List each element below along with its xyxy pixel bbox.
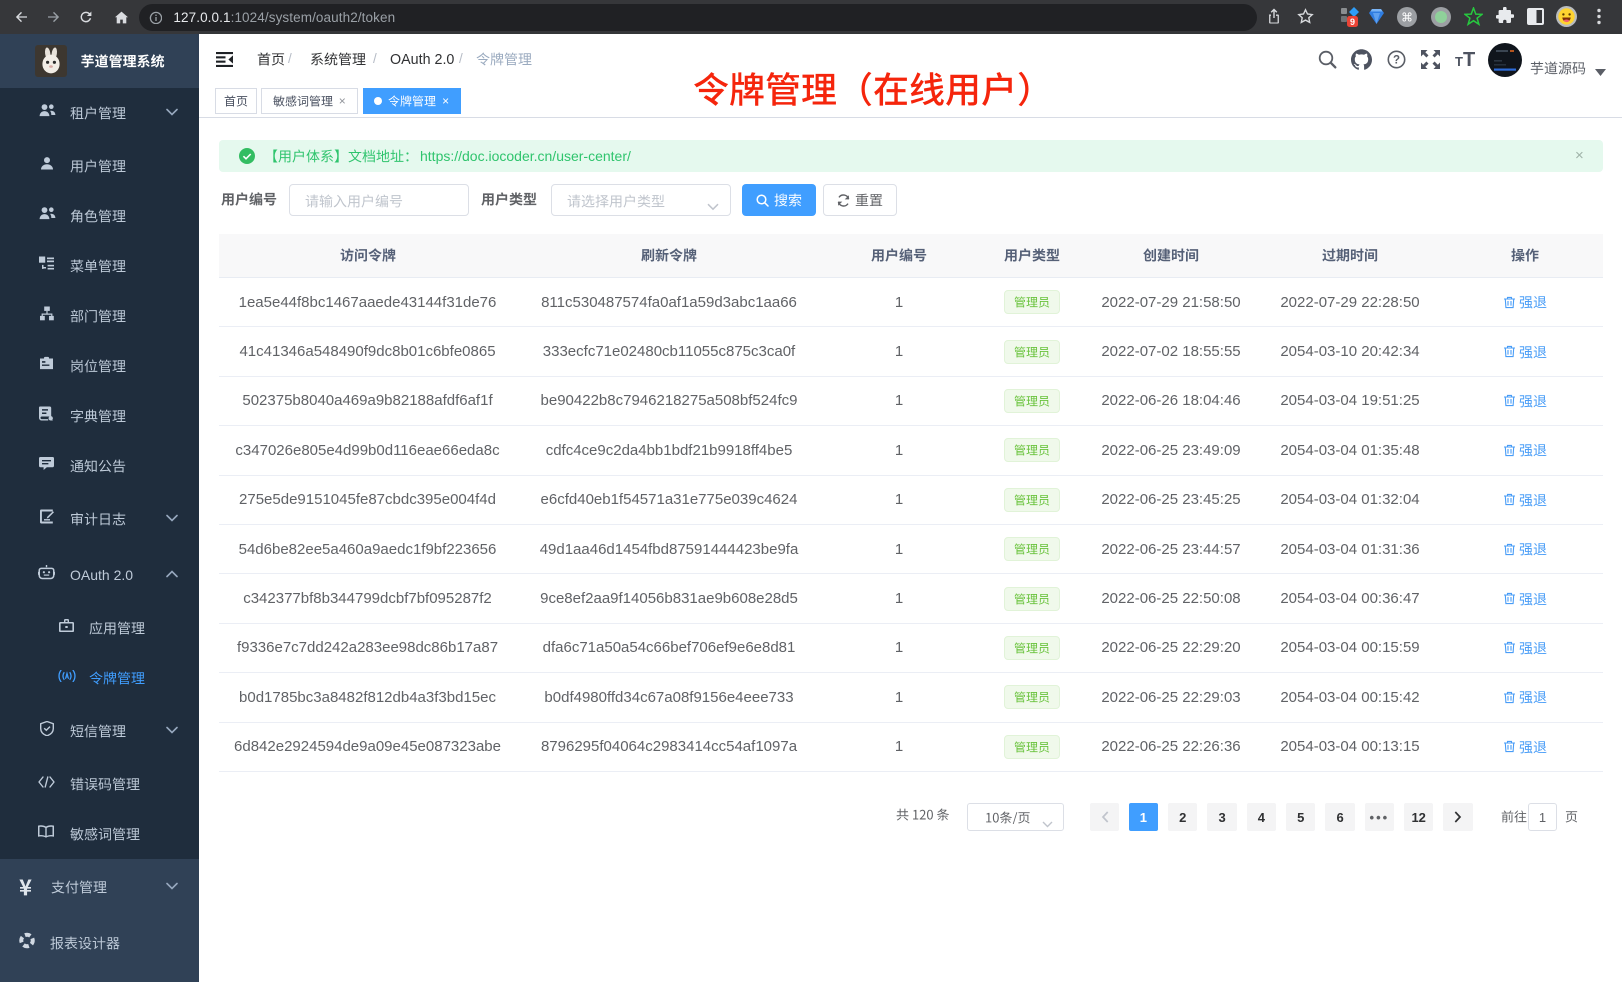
svg-text:9: 9 — [1350, 17, 1355, 27]
svg-text:⌘: ⌘ — [1401, 11, 1413, 25]
svg-text:?: ? — [1393, 55, 1400, 67]
